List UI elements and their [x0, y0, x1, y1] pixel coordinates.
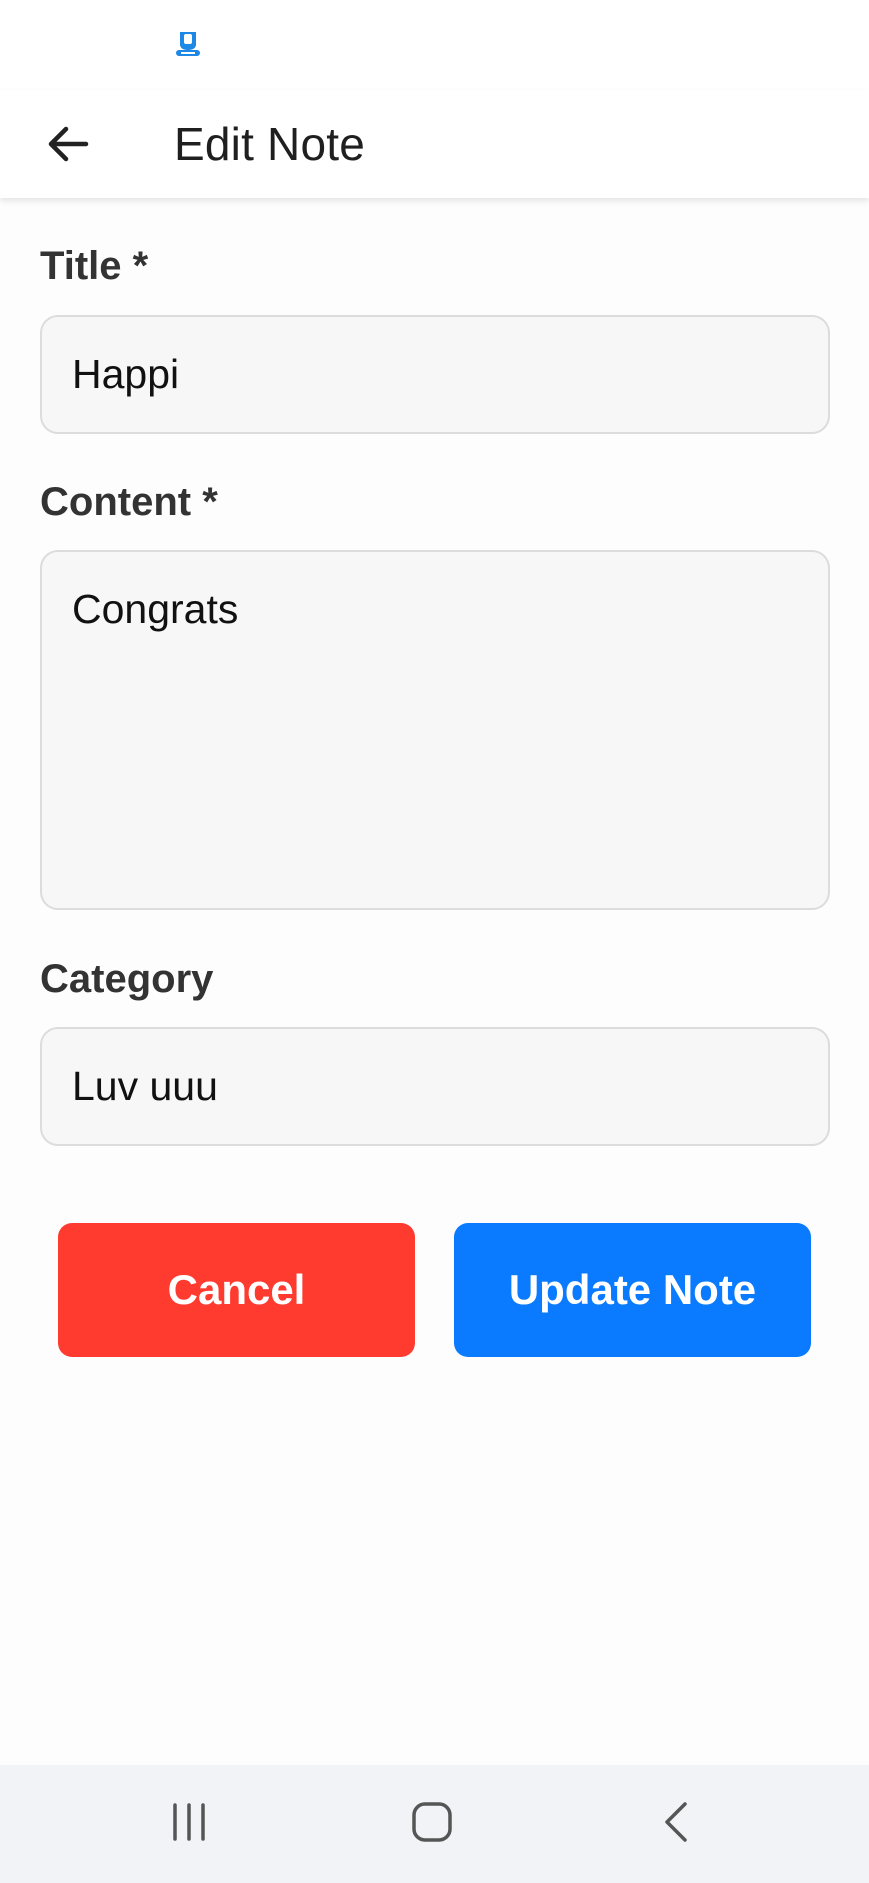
recents-button[interactable]	[129, 1779, 249, 1869]
content-textarea[interactable]: Congrats	[40, 550, 830, 910]
page-title: Edit Note	[174, 118, 366, 170]
system-navigation-bar	[0, 1765, 869, 1883]
status-bar	[0, 0, 869, 90]
system-back-icon	[655, 1800, 699, 1849]
home-button[interactable]	[372, 1779, 492, 1869]
cancel-button[interactable]: Cancel	[58, 1223, 415, 1357]
update-note-button[interactable]: Update Note	[454, 1223, 811, 1357]
title-input[interactable]: Happi	[40, 315, 830, 434]
back-button[interactable]	[30, 108, 106, 184]
category-label: Category	[40, 957, 214, 1001]
recents-icon	[167, 1800, 211, 1849]
category-input[interactable]: Luv uuu	[40, 1027, 830, 1146]
home-icon	[409, 1799, 455, 1850]
system-back-button[interactable]	[617, 1779, 737, 1869]
title-label: Title *	[40, 244, 149, 288]
arrow-left-icon	[44, 120, 92, 173]
app-notification-icon	[172, 28, 204, 60]
app-bar: Edit Note	[0, 90, 869, 198]
content-label: Content *	[40, 480, 218, 524]
